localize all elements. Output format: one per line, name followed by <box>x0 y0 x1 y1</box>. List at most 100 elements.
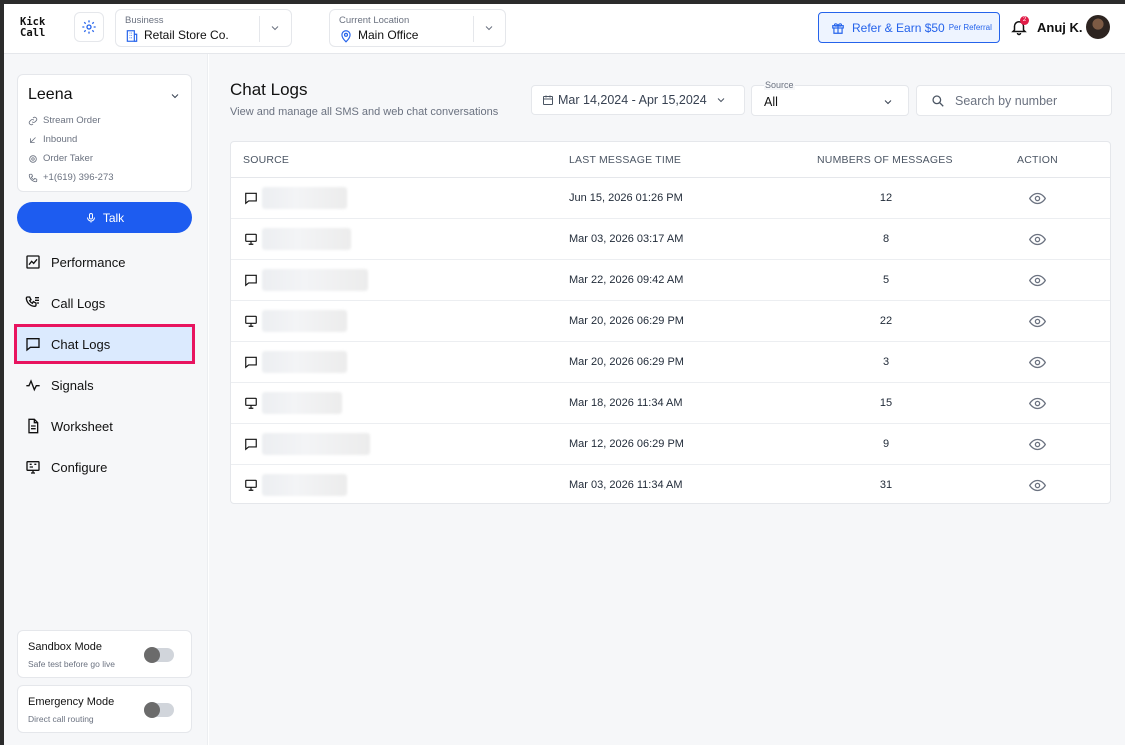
table-row[interactable]: Mar 20, 2026 06:29 PM 3 <box>231 342 1110 383</box>
table-row[interactable]: Jun 15, 2026 01:26 PM 12 <box>231 178 1110 219</box>
redacted-number <box>262 474 347 496</box>
location-label: Current Location <box>339 15 410 26</box>
redacted-number <box>262 351 347 373</box>
search-box <box>916 85 1112 116</box>
redacted-number <box>262 392 342 414</box>
chat-icon <box>26 338 40 352</box>
redacted-number <box>262 228 351 250</box>
column-header-action: ACTION <box>1017 154 1058 166</box>
gear-icon <box>82 20 96 34</box>
last-message-time: Mar 03, 2026 03:17 AM <box>569 233 684 245</box>
phone-icon <box>28 173 38 182</box>
chevron-down-icon <box>271 26 279 31</box>
eye-icon[interactable] <box>1029 191 1046 206</box>
agent-direction-text: Inbound <box>43 134 78 145</box>
agent-card[interactable]: Leena Stream Order Inbound Order Taker +… <box>17 74 192 192</box>
message-count: 12 <box>879 192 893 204</box>
agent-phone: +1(619) 396-273 <box>28 172 114 183</box>
sidebar-item-configure[interactable]: Configure <box>17 450 192 484</box>
sms-icon <box>245 192 257 205</box>
redacted-number <box>262 269 368 291</box>
search-input[interactable] <box>955 92 1105 110</box>
talk-label: Talk <box>102 210 125 225</box>
sms-icon <box>245 356 257 369</box>
eye-icon[interactable] <box>1029 396 1046 411</box>
page-title: Chat Logs <box>230 80 308 99</box>
message-count: 9 <box>882 438 890 450</box>
emergency-mode-title: Emergency Mode <box>28 696 115 708</box>
last-message-time: Mar 03, 2026 11:34 AM <box>569 479 683 491</box>
agent-workflow-text: Stream Order <box>43 115 101 126</box>
chevron-down-icon[interactable] <box>169 90 181 102</box>
sidebar-item-label: Signals <box>51 377 94 393</box>
agent-workflow: Stream Order <box>28 115 101 126</box>
sidebar-item-label: Configure <box>51 459 108 475</box>
last-message-time: Jun 15, 2026 01:26 PM <box>569 192 683 204</box>
column-header-count[interactable]: NUMBERS OF MESSAGES <box>817 154 953 166</box>
eye-icon[interactable] <box>1029 437 1046 452</box>
column-header-source[interactable]: SOURCE <box>243 154 289 166</box>
message-count: 22 <box>879 315 893 327</box>
sidebar-item-label: Call Logs <box>51 295 106 311</box>
sidebar-item-signals[interactable]: Signals <box>17 368 192 402</box>
chart-icon <box>26 255 40 269</box>
eye-icon[interactable] <box>1029 355 1046 370</box>
calendar-icon <box>543 95 553 105</box>
search-icon <box>932 95 944 107</box>
last-message-time: Mar 20, 2026 06:29 PM <box>569 356 684 368</box>
location-selector[interactable]: Current Location Main Office <box>329 9 506 47</box>
last-message-time: Mar 20, 2026 06:29 PM <box>569 315 684 327</box>
location-pin-icon <box>341 30 351 43</box>
sandbox-mode-toggle[interactable] <box>144 647 174 663</box>
eye-icon[interactable] <box>1029 478 1046 493</box>
avatar[interactable] <box>1086 15 1110 39</box>
sidebar-item-worksheet[interactable]: Worksheet <box>17 409 192 443</box>
redacted-number <box>262 310 347 332</box>
gear-icon <box>29 154 37 163</box>
eye-icon[interactable] <box>1029 314 1046 329</box>
agent-name: Leena <box>28 86 73 103</box>
table-row[interactable]: Mar 03, 2026 03:17 AM 8 <box>231 219 1110 260</box>
table-row[interactable]: Mar 20, 2026 06:29 PM 22 <box>231 301 1110 342</box>
table-row[interactable]: Mar 12, 2026 06:29 PM 9 <box>231 424 1110 465</box>
agent-phone-text: +1(619) 396-273 <box>43 172 114 183</box>
refer-earn-button[interactable]: Refer & Earn $50 Per Referral <box>818 12 1000 43</box>
business-value: Retail Store Co. <box>144 28 229 42</box>
settings-button[interactable] <box>74 12 104 42</box>
sidebar-item-performance[interactable]: Performance <box>17 245 192 279</box>
table-row[interactable]: Mar 22, 2026 09:42 AM 5 <box>231 260 1110 301</box>
emergency-mode-subtitle: Direct call routing <box>28 714 94 724</box>
document-icon <box>28 418 39 434</box>
business-selector[interactable]: Business Retail Store Co. <box>115 9 292 47</box>
column-header-time[interactable]: LAST MESSAGE TIME <box>569 154 681 166</box>
eye-icon[interactable] <box>1029 273 1046 288</box>
monitor-icon <box>245 397 257 409</box>
table-header: SOURCE LAST MESSAGE TIME NUMBERS OF MESS… <box>231 142 1110 178</box>
source-filter-label: Source <box>764 80 795 90</box>
sms-icon <box>245 438 257 451</box>
sidebar-item-chat-logs[interactable]: Chat Logs <box>14 324 195 364</box>
date-range-picker[interactable]: Mar 14,2024 - Apr 15,2024 <box>531 85 745 115</box>
arrow-down-left-icon <box>30 136 36 143</box>
table-row[interactable]: Mar 18, 2026 11:34 AM 15 <box>231 383 1110 424</box>
eye-icon[interactable] <box>1029 232 1046 247</box>
talk-button[interactable]: Talk <box>17 202 192 233</box>
chevron-down-icon <box>485 26 493 31</box>
emergency-mode-card: Emergency Mode Direct call routing <box>17 685 192 733</box>
sandbox-mode-subtitle: Safe test before go live <box>28 659 115 669</box>
emergency-mode-toggle[interactable] <box>144 702 174 718</box>
divider <box>259 16 260 42</box>
sidebar-item-call-logs[interactable]: Call Logs <box>17 286 192 320</box>
user-name[interactable]: Anuj K. <box>1037 20 1083 35</box>
source-filter[interactable]: Source All <box>751 80 909 116</box>
divider <box>473 16 474 42</box>
last-message-time: Mar 22, 2026 09:42 AM <box>569 274 684 286</box>
pulse-icon <box>26 379 40 392</box>
source-filter-value: All <box>764 95 778 109</box>
table-row[interactable]: Mar 03, 2026 11:34 AM 31 <box>231 465 1110 506</box>
gift-icon <box>832 22 844 34</box>
sidebar-item-label: Chat Logs <box>51 336 111 352</box>
logo[interactable]: Kick Call <box>20 17 54 39</box>
chevron-down-icon <box>717 98 725 103</box>
message-count: 15 <box>879 397 893 409</box>
